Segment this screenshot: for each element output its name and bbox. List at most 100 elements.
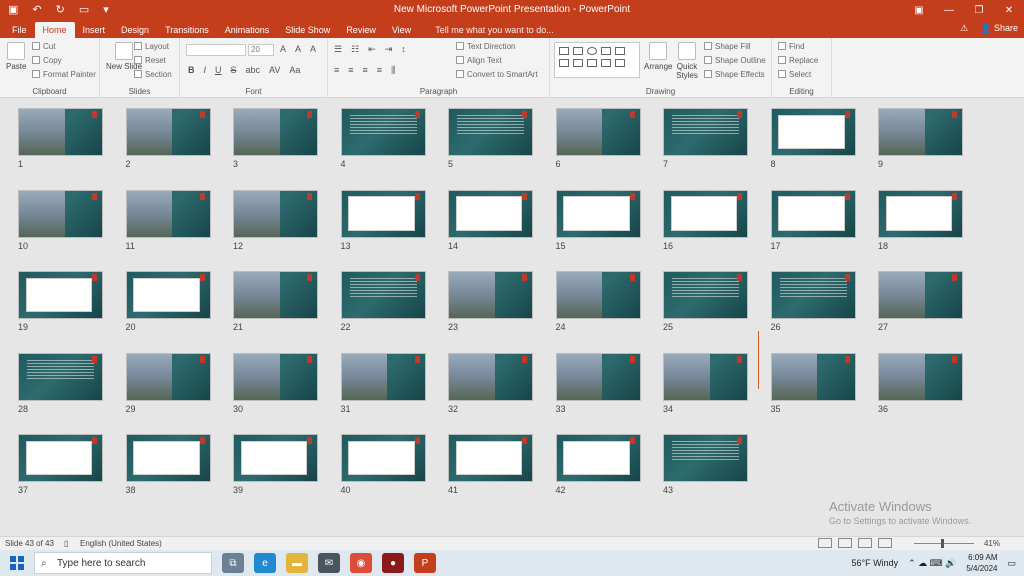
line-spacing-icon[interactable]: ↕ xyxy=(401,44,406,55)
tab-design[interactable]: Design xyxy=(113,22,157,38)
slide-thumbnail[interactable]: 30 xyxy=(233,352,318,414)
slide-preview[interactable] xyxy=(555,434,641,482)
minimize-button[interactable]: — xyxy=(934,0,964,20)
cut-button[interactable]: Cut xyxy=(32,42,55,51)
zoom-percent[interactable]: 41% xyxy=(984,539,1000,548)
case-button[interactable]: Aa xyxy=(289,65,300,75)
slideshow-view-icon[interactable] xyxy=(878,538,892,548)
slide-preview[interactable] xyxy=(663,352,748,401)
slide-thumbnail[interactable]: 32 xyxy=(448,352,533,414)
slide-thumbnail[interactable]: 27 xyxy=(878,271,963,332)
font-size-combo[interactable]: 20 xyxy=(248,44,274,56)
section-button[interactable]: Section xyxy=(134,70,172,79)
brace-shape-icon[interactable] xyxy=(587,59,597,67)
align-text-button[interactable]: Align Text xyxy=(456,56,502,65)
slide-preview[interactable] xyxy=(233,271,318,319)
slide-preview[interactable] xyxy=(125,352,211,401)
clear-format-button[interactable]: A xyxy=(310,44,316,54)
star-shape-icon[interactable] xyxy=(601,59,611,67)
triangle-shape-icon[interactable] xyxy=(615,47,625,55)
tab-animations[interactable]: Animations xyxy=(217,22,278,38)
align-right-icon[interactable]: ≡ xyxy=(363,65,368,76)
slide-thumbnail[interactable]: 31 xyxy=(340,352,426,414)
slide-preview[interactable] xyxy=(125,434,211,482)
slide-preview[interactable] xyxy=(18,434,103,482)
task-view-icon[interactable]: ⧉ xyxy=(222,553,244,573)
slide-thumbnail[interactable]: 18 xyxy=(878,189,963,251)
slide-thumbnail[interactable]: 17 xyxy=(770,189,856,251)
tab-slide-show[interactable]: Slide Show xyxy=(277,22,338,38)
file-explorer-icon[interactable]: ▬ xyxy=(286,553,308,573)
slide-thumbnail[interactable]: 15 xyxy=(555,189,641,251)
slide-thumbnail[interactable]: 5 xyxy=(448,108,533,169)
slide-thumbnail[interactable]: 13 xyxy=(340,189,426,251)
slide-thumbnail[interactable]: 23 xyxy=(448,271,533,332)
tell-me-search[interactable]: Tell me what you want to do... xyxy=(427,22,562,38)
slide-preview[interactable] xyxy=(125,108,211,156)
arrange-button[interactable]: Arrange xyxy=(644,42,672,71)
slide-preview[interactable] xyxy=(18,108,103,156)
slide-preview[interactable] xyxy=(340,352,426,401)
slide-preview[interactable] xyxy=(663,108,748,156)
zoom-slider[interactable] xyxy=(914,539,974,548)
slide-preview[interactable] xyxy=(663,189,748,238)
replace-button[interactable]: Replace xyxy=(778,56,818,65)
tab-file[interactable]: File xyxy=(4,22,35,38)
numbering-icon[interactable]: ☷ xyxy=(351,44,359,55)
slide-thumbnail[interactable]: 9 xyxy=(878,108,963,169)
shape-fill-button[interactable]: Shape Fill xyxy=(704,42,751,51)
slide-preview[interactable] xyxy=(448,352,533,401)
powerpoint-icon[interactable]: P xyxy=(414,553,436,573)
clock[interactable]: 6:09 AM 5/4/2024 xyxy=(966,552,997,574)
slide-thumbnail[interactable]: 7 xyxy=(663,108,748,169)
tab-insert[interactable]: Insert xyxy=(75,22,114,38)
slide-preview[interactable] xyxy=(233,434,318,482)
mail-icon[interactable]: ✉ xyxy=(318,553,340,573)
align-center-icon[interactable]: ≡ xyxy=(348,65,353,76)
slide-preview[interactable] xyxy=(770,271,856,319)
slide-preview[interactable] xyxy=(340,189,426,238)
quick-styles-button[interactable]: Quick Styles xyxy=(674,42,700,80)
slide-preview[interactable] xyxy=(340,108,426,156)
tab-review[interactable]: Review xyxy=(338,22,384,38)
slide-thumbnail[interactable]: 14 xyxy=(448,189,533,251)
slide-thumbnail[interactable]: 6 xyxy=(555,108,641,169)
slide-preview[interactable] xyxy=(18,271,103,319)
italic-button[interactable]: I xyxy=(204,65,207,75)
slide-preview[interactable] xyxy=(340,271,426,319)
slide-preview[interactable] xyxy=(340,434,426,482)
slide-preview[interactable] xyxy=(125,189,211,238)
slide-preview[interactable] xyxy=(663,434,748,482)
slide-thumbnail[interactable]: 4 xyxy=(340,108,426,169)
ribbon-display-icon[interactable]: ▣ xyxy=(904,0,934,20)
slide-preview[interactable] xyxy=(555,189,641,238)
slide-thumbnail[interactable]: 10 xyxy=(18,189,103,251)
slide-thumbnail[interactable]: 34 xyxy=(663,352,748,414)
rounded-rect-shape-icon[interactable] xyxy=(601,47,611,55)
slide-thumbnail[interactable]: 12 xyxy=(233,189,318,251)
slide-thumbnail[interactable]: 20 xyxy=(125,271,211,332)
rectangle-shape-icon[interactable] xyxy=(559,47,569,55)
shape-effects-button[interactable]: Shape Effects xyxy=(704,70,765,79)
find-button[interactable]: Find xyxy=(778,42,805,51)
slide-thumbnail[interactable]: 25 xyxy=(663,271,748,332)
paste-button[interactable]: Paste xyxy=(6,42,26,71)
taskbar-search[interactable]: ⌕ Type here to search xyxy=(34,552,212,574)
reading-view-icon[interactable] xyxy=(858,538,872,548)
slide-thumbnail[interactable]: 21 xyxy=(233,271,318,332)
slide-sorter-view-icon[interactable] xyxy=(838,538,852,548)
shapes-gallery[interactable] xyxy=(554,42,640,78)
slide-preview[interactable] xyxy=(448,189,533,238)
slide-preview[interactable] xyxy=(233,189,318,238)
edge-icon[interactable]: e xyxy=(254,553,276,573)
slide-thumbnail[interactable]: 38 xyxy=(125,434,211,495)
slide-thumbnail[interactable]: 28 xyxy=(18,352,103,414)
shadow-button[interactable]: abc xyxy=(246,65,261,75)
slide-thumbnail[interactable]: 42 xyxy=(555,434,641,495)
slide-thumbnail[interactable]: 16 xyxy=(663,189,748,251)
slide-preview[interactable] xyxy=(233,108,318,156)
slide-preview[interactable] xyxy=(663,271,748,319)
slide-preview[interactable] xyxy=(878,108,963,156)
format-painter-button[interactable]: Format Painter xyxy=(32,70,96,79)
normal-view-icon[interactable] xyxy=(818,538,832,548)
